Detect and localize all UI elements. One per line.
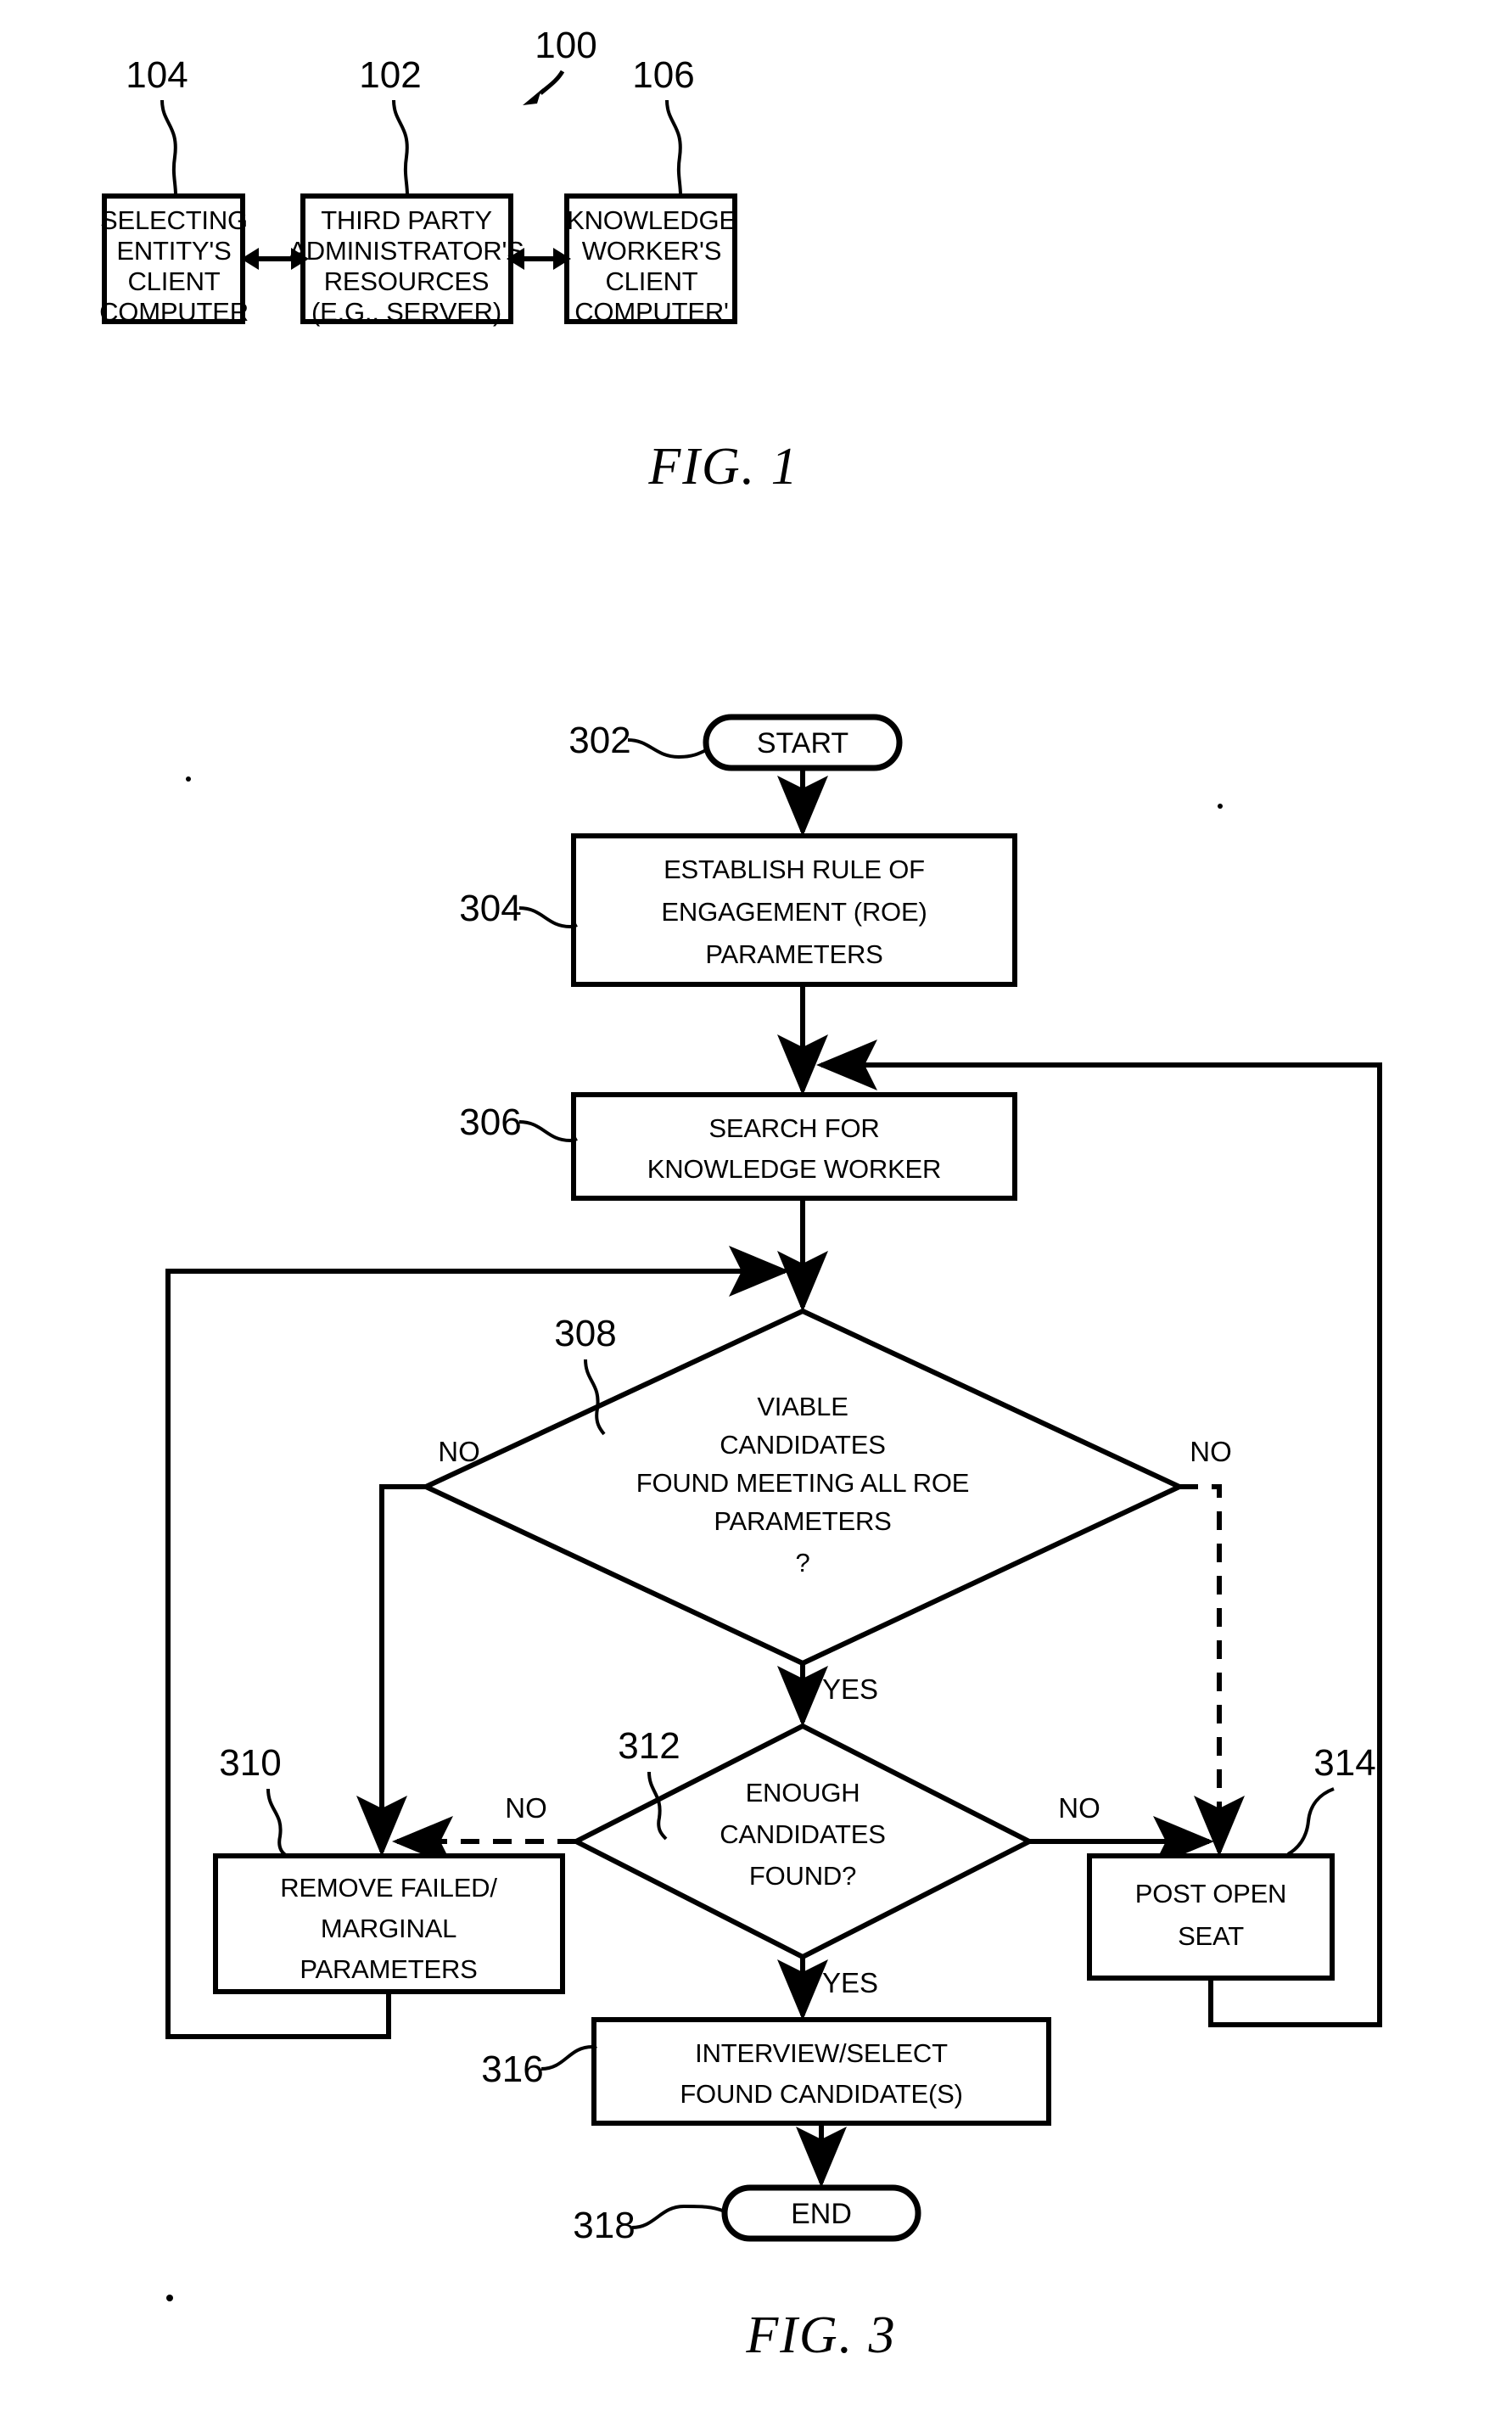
arrowhead-100 <box>523 88 543 105</box>
fig3-edge-label-308-no-left: NO <box>438 1436 480 1467</box>
leader-line-102 <box>392 99 409 196</box>
leader-line-304 <box>518 906 578 929</box>
fig3-node-304-line-3: PARAMETERS <box>705 939 882 969</box>
fig1-node-106-line-3: CLIENT <box>605 266 697 296</box>
fig1-node-104-line-2: ENTITY'S <box>116 236 231 266</box>
ref-label-100: 100 <box>535 25 596 66</box>
fig3-node-308-line-3: FOUND MEETING ALL ROE <box>636 1468 970 1498</box>
ref-label-106: 106 <box>632 54 694 96</box>
fig3-edge-label-312-no-right: NO <box>1058 1792 1100 1824</box>
fig1-node-102-line-1: THIRD PARTY <box>321 205 492 235</box>
leader-line-104 <box>160 99 177 196</box>
fig3-node-314-line-1: POST OPEN <box>1135 1879 1287 1908</box>
fig3-connector-308-no-to-310 <box>356 1484 426 1857</box>
patent-figures-svg: 104 102 106 100 SELECTING ENTITY'S CLIEN… <box>99 25 1382 2364</box>
fig3-node-304-line-1: ESTABLISH RULE OF <box>664 855 925 884</box>
fig3-node-310-line-3: PARAMETERS <box>300 1954 477 1984</box>
leader-line-318 <box>631 2204 725 2229</box>
page-speck-2 <box>1218 804 1223 809</box>
fig3-node-316-line-1: INTERVIEW/SELECT <box>695 2038 948 2068</box>
fig3-node-312-line-3: FOUND? <box>749 1861 856 1891</box>
leader-line-302 <box>627 738 707 759</box>
fig1-node-106-line-2: WORKER'S <box>582 236 722 266</box>
fig1-node-102-line-4: (E.G., SERVER) <box>311 297 501 327</box>
fig3-node-302-label: START <box>757 727 848 759</box>
ref-label-304: 304 <box>459 888 521 929</box>
fig3-node-314-line-2: SEAT <box>1178 1921 1244 1951</box>
page-speck-1 <box>186 776 191 782</box>
fig1-node-106-line-1: KNOWLEDGE <box>567 205 736 235</box>
fig1-node-104-line-1: SELECTING <box>100 205 248 235</box>
ref-label-306: 306 <box>459 1101 521 1143</box>
leader-line-100 <box>539 70 565 95</box>
fig3-node-306-line-1: SEARCH FOR <box>708 1113 879 1143</box>
fig3-node-post-open-seat <box>1087 1853 1335 1981</box>
fig3-node-310-line-2: MARGINAL <box>321 1914 456 1943</box>
fig3-node-316-line-2: FOUND CANDIDATE(S) <box>680 2079 962 2109</box>
fig1-node-102-line-3: RESOURCES <box>324 266 490 296</box>
ref-label-302: 302 <box>568 720 630 761</box>
patent-drawing-sheet: 104 102 106 100 SELECTING ENTITY'S CLIEN… <box>0 0 1512 2410</box>
fig3-node-312-line-1: ENOUGH <box>746 1778 860 1808</box>
ref-label-102: 102 <box>359 54 421 96</box>
page-speck-4 <box>166 2295 173 2301</box>
leader-line-106 <box>665 99 682 196</box>
leader-line-306 <box>518 1120 578 1143</box>
fig3-node-312-line-2: CANDIDATES <box>720 1819 886 1849</box>
ref-label-312: 312 <box>618 1725 680 1767</box>
fig3-node-308-line-5: ? <box>795 1548 809 1578</box>
fig3-edge-label-312-no-left: NO <box>505 1792 547 1824</box>
ref-label-310: 310 <box>219 1742 281 1784</box>
fig1-node-104-line-3: CLIENT <box>127 266 220 296</box>
figure-3-group: START 302 ESTABLISH RULE OF ENGAGEMENT (… <box>165 714 1382 2364</box>
fig3-node-308-line-4: PARAMETERS <box>714 1506 891 1536</box>
ref-label-316: 316 <box>481 2048 543 2090</box>
ref-label-104: 104 <box>126 54 188 96</box>
fig3-edge-label-312-yes: YES <box>822 1967 878 1998</box>
fig3-node-308-line-1: VIABLE <box>757 1392 848 1421</box>
figure-1-caption: FIG. 1 <box>647 438 798 496</box>
fig3-node-318-label: END <box>791 2198 852 2230</box>
ref-label-308: 308 <box>554 1313 616 1354</box>
fig1-node-104-line-4: COMPUTER <box>99 297 249 327</box>
leader-line-314 <box>1286 1787 1335 1856</box>
leader-line-316 <box>540 2044 597 2071</box>
leader-line-310 <box>266 1788 288 1858</box>
ref-label-318: 318 <box>573 2205 635 2246</box>
ref-label-314: 314 <box>1313 1742 1375 1784</box>
fig3-node-306-line-2: KNOWLEDGE WORKER <box>647 1154 941 1184</box>
fig3-node-304-line-2: ENGAGEMENT (ROE) <box>661 897 927 927</box>
fig1-node-106-line-4: COMPUTER' <box>574 297 729 327</box>
fig3-node-308-line-2: CANDIDATES <box>720 1430 886 1460</box>
fig1-node-102-line-2: ADMINISTRATOR'S <box>288 236 524 266</box>
fig3-edge-label-308-yes: YES <box>822 1673 878 1705</box>
fig3-node-310-line-1: REMOVE FAILED/ <box>280 1873 497 1903</box>
fig3-connector-308-no-to-314 <box>1179 1484 1245 1857</box>
figure-3-caption: FIG. 3 <box>745 2306 896 2364</box>
fig3-edge-label-308-no-right: NO <box>1190 1436 1232 1467</box>
figure-1-group: 104 102 106 100 SELECTING ENTITY'S CLIEN… <box>99 25 798 496</box>
